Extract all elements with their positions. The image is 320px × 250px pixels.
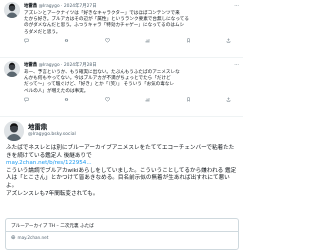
bookmark-icon [186, 38, 190, 43]
tweet-text: アズレンとアークナイツは「好きなキャラクター」ではほぼコンテンツで来 たから好き… [24, 11, 237, 36]
retweet-icon [65, 39, 69, 42]
tweet[interactable]: 地雷鼎 @Iragygo · 2024年7月27日 ··· アズレンとアークナイ… [0, 2, 243, 57]
link-card[interactable]: ブルーアーカイブ TH – 二次元裏 ふたば may.2chan.net [5, 218, 239, 250]
like-button[interactable] [105, 38, 110, 43]
tweet-actions [24, 37, 231, 44]
avatar[interactable] [4, 2, 20, 18]
author-handle[interactable]: @Iragygo [39, 63, 60, 68]
like-icon [105, 97, 110, 102]
views-icon [145, 98, 150, 102]
like-icon [105, 38, 110, 43]
tweet-actions [24, 96, 231, 103]
tweet-date[interactable]: 2024年7月27日 [64, 4, 97, 9]
views-icon [145, 39, 150, 43]
card-url: may.2chan.net [11, 235, 48, 240]
retweet-icon [65, 98, 69, 101]
post-paragraph: こういう論調でブルアカwikiあらしをしていました。こういうことしてるから嫌われ… [6, 167, 237, 189]
author-name[interactable]: 地雷鼎 [24, 4, 37, 9]
divider [0, 116, 243, 117]
separator: · [61, 63, 63, 68]
reply-button[interactable] [24, 38, 29, 43]
avatar[interactable] [4, 61, 20, 77]
author-name[interactable]: 地雷鼎 [28, 122, 47, 131]
share-button[interactable] [226, 38, 231, 43]
post-paragraph: アズレンスレも7年間転変されても。 [6, 190, 99, 197]
separator: · [61, 4, 63, 9]
reply-button[interactable] [24, 97, 29, 102]
bookmark-button[interactable] [186, 38, 191, 43]
retweet-button[interactable] [64, 97, 69, 102]
divider [0, 57, 243, 58]
more-dots-icon[interactable]: ··· [234, 61, 239, 70]
reply-icon [24, 97, 29, 102]
post-text: ふたばでネスレとは別にブルーアーカイブアニメスレをたててエコーチェンバーで粘着た… [6, 145, 239, 198]
share-icon [226, 38, 231, 43]
like-button[interactable] [105, 97, 110, 102]
author-name[interactable]: 地雷鼎 [24, 63, 37, 68]
post-link[interactable]: may.2chan.net/b/res/122954... [6, 160, 239, 168]
tweet-meta: 地雷鼎 @Iragygo · 2024年7月28日 [24, 61, 233, 70]
author-handle[interactable]: @Iragygo [39, 4, 60, 9]
views-button[interactable] [145, 97, 150, 102]
tweet-line: ろダメだと思う。 [24, 29, 61, 35]
tweet-line: ベルの人」が増えたのは事実。 [24, 88, 89, 94]
tweet-meta: 地雷鼎 @Iragygo · 2024年7月27日 [24, 2, 233, 11]
author-handle[interactable]: @Iragygo.bsky.social [28, 132, 76, 137]
bookmark-button[interactable] [186, 97, 191, 102]
share-button[interactable] [226, 97, 231, 102]
share-icon [226, 97, 231, 102]
views-button[interactable] [145, 38, 150, 43]
card-url-text: may.2chan.net [17, 235, 49, 240]
bluesky-post[interactable]: 地雷鼎 @Iragygo.bsky.social ふたばでネスレとは別にブルーア… [0, 119, 243, 250]
post-paragraph: ふたばでネスレとは別にブルーアーカイブアニメスレをたててエコーチェンバーで粘着た… [6, 145, 235, 159]
link-icon [11, 235, 16, 240]
card-title: ブルーアーカイブ TH – 二次元裏 ふたば [11, 224, 94, 229]
reply-icon [24, 38, 29, 43]
tweet[interactable]: 地雷鼎 @Iragygo · 2024年7月28日 ··· あー、予言というか、… [0, 61, 243, 116]
bookmark-icon [186, 97, 190, 102]
retweet-button[interactable] [64, 38, 69, 43]
avatar[interactable] [4, 121, 24, 141]
tweet-text: あー、予言というか、もう確実に出ない。たぶんもうふたばのアニメスレな んかも何も… [24, 70, 237, 95]
more-dots-icon[interactable]: ··· [234, 2, 239, 11]
card-divider [6, 231, 238, 232]
tweet-date[interactable]: 2024年7月28日 [64, 63, 97, 68]
